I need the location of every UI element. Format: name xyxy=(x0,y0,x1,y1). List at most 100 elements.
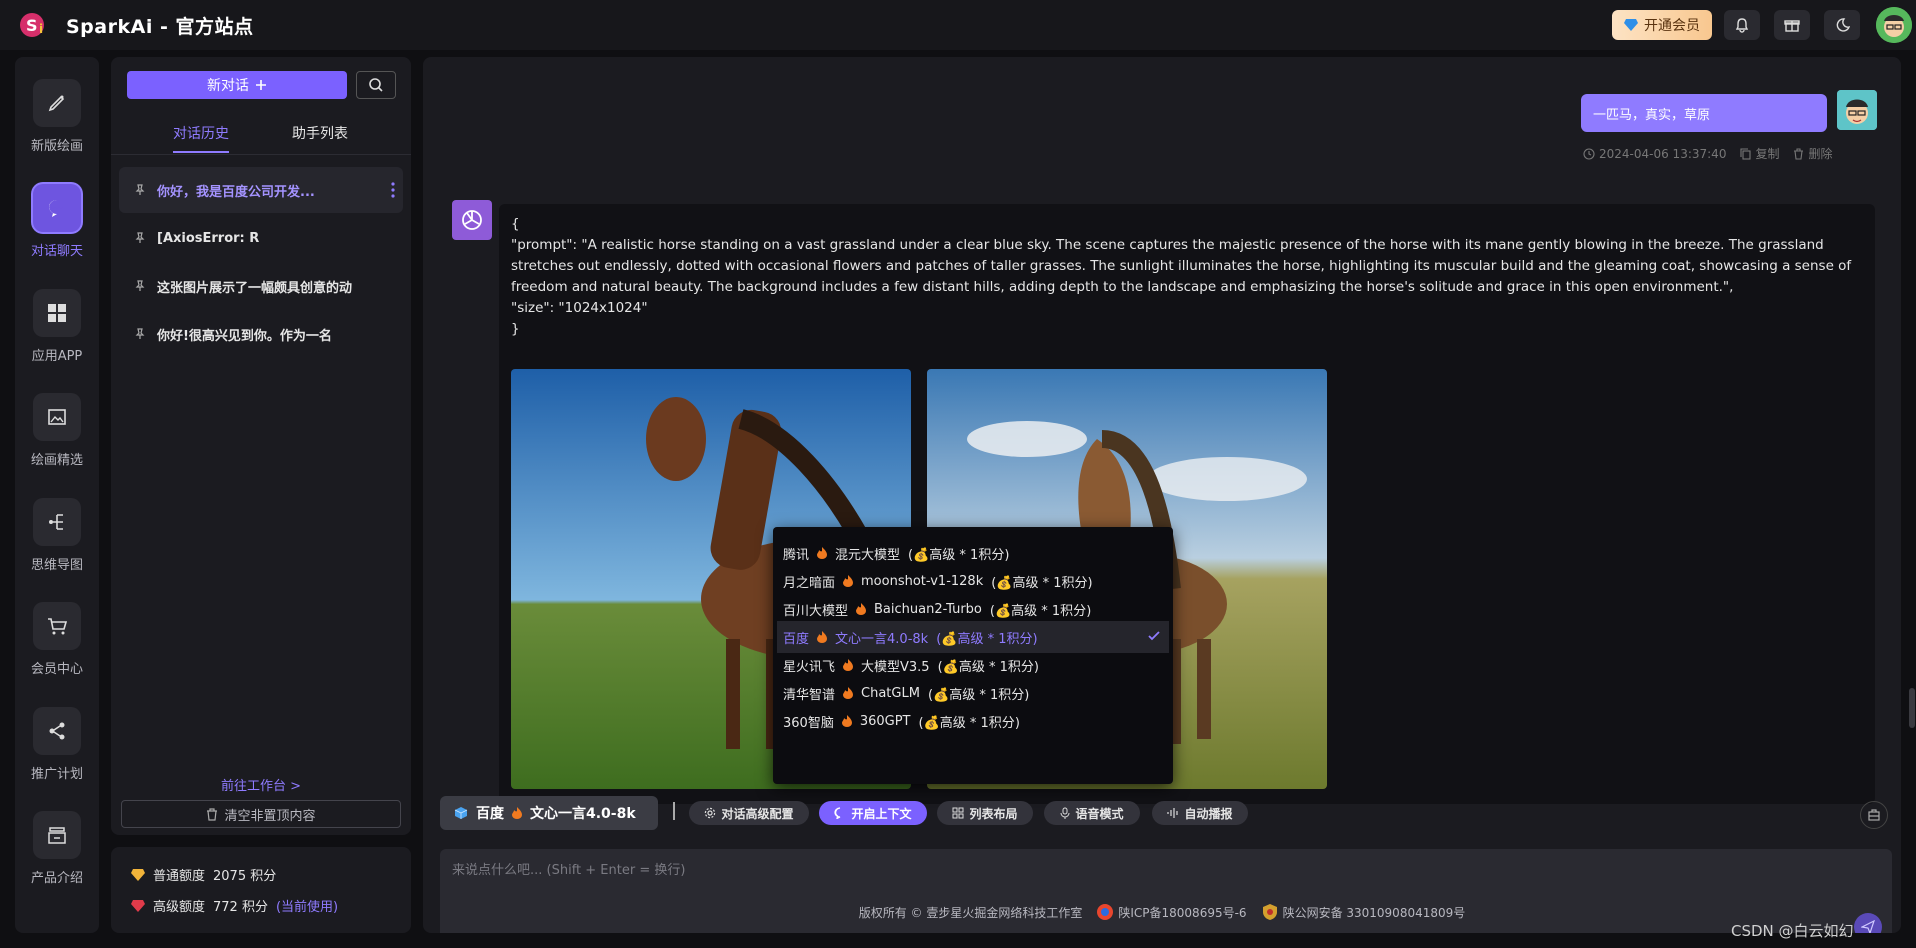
svg-text:S: S xyxy=(26,16,38,35)
cube-icon xyxy=(454,807,468,819)
cart-icon xyxy=(48,618,68,635)
list-layout-button[interactable]: 列表布局 xyxy=(937,801,1033,825)
advanced-config-button[interactable]: 对话高级配置 xyxy=(689,801,809,825)
chat-toolbar: 百度 文心一言4.0-8k 对话高级配置 开启上下文 列表布局 语音模式 自动播… xyxy=(423,794,1901,834)
clock-icon xyxy=(1583,147,1595,160)
quota-panel: 普通额度 2075 积分 高级额度 772 积分 (当前使用) xyxy=(111,847,411,933)
svg-text:i: i xyxy=(39,22,43,36)
openai-logo-icon xyxy=(462,210,482,230)
check-icon xyxy=(1148,631,1160,641)
goto-workspace-link[interactable]: 前往工作台 > xyxy=(111,775,411,794)
money-bag-icon: 💰 xyxy=(994,603,1012,619)
share-icon xyxy=(49,722,65,740)
chat-bubble-icon xyxy=(834,807,841,819)
flame-icon xyxy=(856,603,867,615)
auto-broadcast-button[interactable]: 自动播报 xyxy=(1152,801,1248,825)
history-item[interactable]: 你好!很高兴见到你。作为一名 xyxy=(119,311,403,357)
pin-icon[interactable] xyxy=(133,184,147,196)
flame-icon xyxy=(841,715,852,727)
diamond-icon xyxy=(1624,19,1638,31)
voice-mode-button[interactable]: 语音模式 xyxy=(1044,801,1140,825)
nav-item-chat[interactable]: 对话聊天 xyxy=(15,184,99,264)
gold-diamond-icon xyxy=(131,868,145,881)
product-icon xyxy=(48,827,66,844)
user-message: 一匹马，真实，草原 xyxy=(1581,94,1827,132)
history-item[interactable]: 这张图片展示了一幅颇具创意的动 xyxy=(119,263,403,309)
notification-button[interactable] xyxy=(1724,10,1760,40)
user-avatar xyxy=(1837,90,1877,130)
pin-icon[interactable] xyxy=(133,328,147,340)
pin-icon[interactable] xyxy=(133,232,147,244)
send-icon xyxy=(1861,920,1875,933)
scrollbar[interactable] xyxy=(1909,688,1915,728)
gift-icon xyxy=(1784,20,1800,32)
tab-assistants[interactable]: 助手列表 xyxy=(292,123,348,143)
history-panel: 新对话 对话历史 助手列表 你好，我是百度公司开发... [AxiosError… xyxy=(111,57,411,835)
icp-emblem-icon xyxy=(1097,904,1114,920)
bell-icon xyxy=(1735,18,1749,33)
bot-avatar xyxy=(452,200,492,240)
chat-icon xyxy=(49,200,63,217)
wave-icon xyxy=(1167,808,1179,818)
model-selector[interactable]: 百度 文心一言4.0-8k xyxy=(440,796,658,830)
tab-history[interactable]: 对话历史 xyxy=(173,123,229,153)
money-bag-icon: 💰 xyxy=(923,715,940,731)
flame-icon xyxy=(817,631,828,643)
nav-item-product[interactable]: 产品介绍 xyxy=(15,811,99,891)
advanced-quota: 高级额度 772 积分 (当前使用) xyxy=(131,896,338,915)
toolbox-icon xyxy=(1868,809,1880,821)
police-badge-icon xyxy=(1262,904,1277,920)
vip-button[interactable]: 开通会员 xyxy=(1612,10,1712,40)
trash-icon xyxy=(1794,147,1804,160)
context-toggle-button[interactable]: 开启上下文 xyxy=(819,801,927,825)
avatar-face-icon xyxy=(1837,90,1877,130)
search-icon xyxy=(369,78,383,92)
nav-item-mindmap[interactable]: 思维导图 xyxy=(15,498,99,578)
user-avatar-top[interactable] xyxy=(1876,7,1912,43)
copy-button[interactable]: 复制 xyxy=(1740,145,1779,162)
watermark: CSDN @白云如幻 xyxy=(1731,922,1854,940)
footer: 版权所有 © 壹步星火掘金网络科技工作室 陕ICP备18008695号-6 陕公… xyxy=(423,903,1901,921)
nav-item-gallery[interactable]: 绘画精选 xyxy=(15,393,99,473)
more-vertical-icon[interactable] xyxy=(391,182,395,198)
pin-icon[interactable] xyxy=(133,280,147,292)
flame-icon xyxy=(843,575,854,587)
grid-small-icon xyxy=(952,807,964,819)
delete-button[interactable]: 删除 xyxy=(1793,145,1832,162)
flame-icon xyxy=(512,807,522,819)
search-button[interactable] xyxy=(356,71,396,99)
model-option[interactable]: 360智脑 360GPT (💰高级 * 1积分) xyxy=(777,705,1169,737)
toolbox-button[interactable] xyxy=(1860,801,1888,829)
gift-button[interactable] xyxy=(1774,10,1810,40)
flame-icon xyxy=(843,687,854,699)
sparkai-logo[interactable]: S i xyxy=(18,9,52,41)
nav-item-membership[interactable]: 会员中心 xyxy=(15,602,99,682)
flame-icon xyxy=(843,659,854,671)
trash-icon xyxy=(207,807,218,821)
new-chat-button[interactable]: 新对话 xyxy=(127,71,347,99)
clear-unpinned-button[interactable]: 清空非置顶内容 xyxy=(121,800,401,828)
left-nav: 新版绘画 对话聊天 应用APP 绘画精选 思维导图 会员中心 推广计划 产品介绍 xyxy=(15,57,99,933)
gallery-icon xyxy=(48,409,66,425)
nav-item-apps[interactable]: 应用APP xyxy=(15,289,99,369)
bot-message-text: { "prompt": "A realistic horse standing … xyxy=(511,216,1852,337)
vip-label: 开通会员 xyxy=(1644,18,1700,34)
history-item[interactable]: [AxiosError: R xyxy=(119,215,403,261)
top-bar: S i SparkAi - 官方站点 开通会员 xyxy=(0,0,1916,50)
avatar-face-icon xyxy=(1876,7,1912,43)
nav-item-new-drawing[interactable]: 新版绘画 xyxy=(15,79,99,159)
grid-icon xyxy=(48,304,66,322)
gear-icon xyxy=(705,807,716,819)
tab-divider xyxy=(111,154,411,155)
normal-quota: 普通额度 2075 积分 xyxy=(131,865,276,884)
police-link[interactable]: 陕公网安备 33010908041809号 xyxy=(1261,903,1465,921)
mindmap-icon xyxy=(49,514,63,530)
icp-link[interactable]: 陕ICP备18008695号-6 xyxy=(1096,903,1247,921)
moon-icon xyxy=(1836,18,1850,32)
nav-item-promotion[interactable]: 推广计划 xyxy=(15,707,99,787)
history-item[interactable]: 你好，我是百度公司开发... xyxy=(119,167,403,213)
plus-icon xyxy=(256,80,266,90)
money-bag-icon: 💰 xyxy=(913,547,930,563)
theme-toggle-button[interactable] xyxy=(1824,10,1860,40)
money-bag-icon: 💰 xyxy=(996,575,1013,591)
